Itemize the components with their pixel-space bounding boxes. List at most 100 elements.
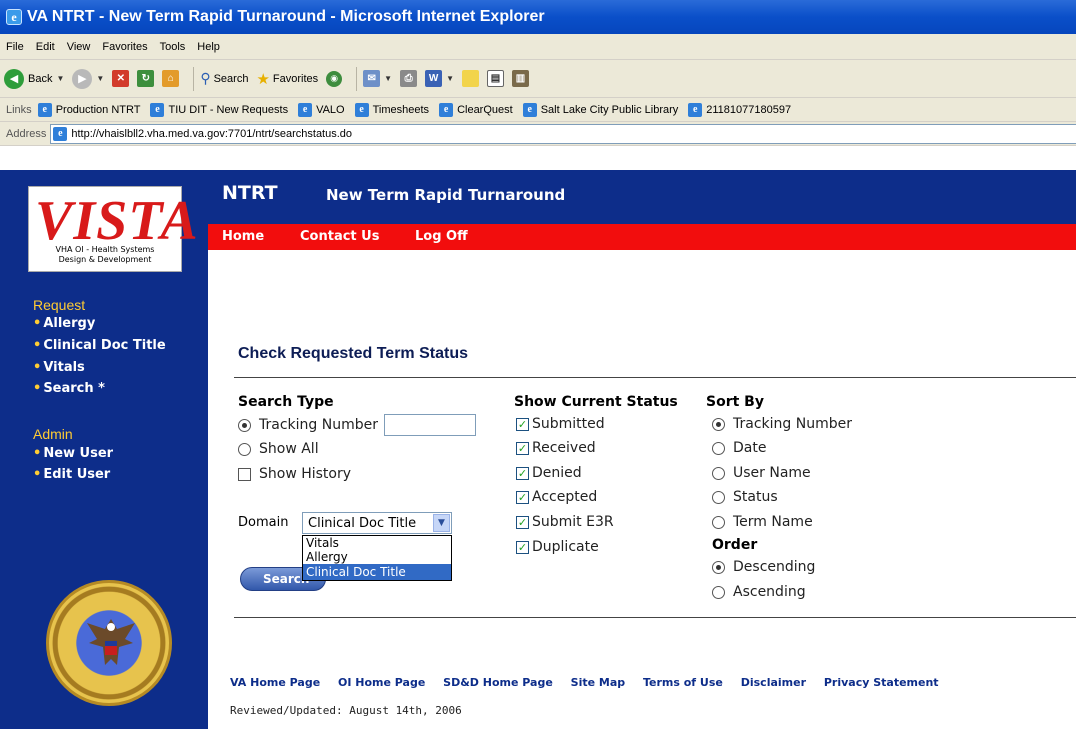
menu-favorites[interactable]: Favorites [102, 41, 147, 53]
sort-user-name-radio[interactable] [712, 466, 725, 480]
show-history-checkbox[interactable] [238, 467, 251, 481]
home-button[interactable]: ⌂ [162, 70, 180, 87]
refresh-button[interactable]: ↻ [137, 70, 155, 87]
option-show-history[interactable]: Show History [238, 466, 351, 482]
mail-button[interactable]: ✉ ▼ [363, 70, 392, 87]
chevron-down-icon: ▼ [56, 74, 65, 83]
sidebar-item-allergy[interactable]: • Allergy [33, 316, 95, 331]
tracking-number-radio[interactable] [238, 418, 251, 432]
status-denied[interactable]: ✓ Denied [516, 465, 582, 481]
footer-sdd-home[interactable]: SD&D Home Page [443, 676, 553, 689]
sidebar-item-clinical-doc-title[interactable]: • Clinical Doc Title [33, 338, 166, 353]
sort-status[interactable]: Status [712, 489, 778, 505]
show-all-radio[interactable] [238, 442, 251, 456]
print-button[interactable]: ⎙ [400, 70, 418, 87]
order-descending[interactable]: Descending [712, 559, 815, 575]
chevron-down-icon[interactable]: ▼ [433, 514, 450, 532]
sort-term-name-radio[interactable] [712, 515, 725, 529]
address-label: Address [6, 127, 47, 140]
media-button[interactable]: ◉ [326, 70, 343, 87]
sort-tracking-number-radio[interactable] [712, 417, 725, 431]
option-show-all[interactable]: Show All [238, 441, 319, 457]
footer-site-map[interactable]: Site Map [571, 676, 625, 689]
tracking-number-input[interactable] [383, 414, 476, 436]
descending-radio[interactable] [712, 560, 725, 574]
chevron-down-icon: ▼ [446, 74, 454, 83]
status-accepted[interactable]: ✓ Accepted [516, 489, 597, 505]
sort-term-name[interactable]: Term Name [712, 514, 813, 530]
sort-date-radio[interactable] [712, 441, 725, 455]
sort-tracking-number[interactable]: Tracking Number [712, 416, 852, 432]
eagle-icon [87, 619, 135, 665]
word-icon: W [425, 70, 443, 87]
received-checkbox[interactable]: ✓ [516, 441, 529, 455]
footer-terms[interactable]: Terms of Use [643, 676, 723, 689]
page-title: Check Requested Term Status [238, 345, 468, 362]
link-tiu-dit[interactable]: e TIU DIT - New Requests [150, 102, 288, 117]
link-valo[interactable]: e VALO [298, 102, 345, 117]
order-ascending[interactable]: Ascending [712, 584, 806, 600]
sort-date[interactable]: Date [712, 440, 766, 456]
submitted-checkbox[interactable]: ✓ [516, 417, 529, 431]
stop-icon: ✕ [112, 70, 130, 87]
forward-button[interactable]: ▶ ▼ [72, 68, 104, 89]
link-slc-library[interactable]: e Salt Lake City Public Library [522, 102, 678, 117]
sidebar-item-search[interactable]: • Search * [33, 381, 105, 396]
sort-user-name[interactable]: User Name [712, 465, 811, 481]
nav-contact-us[interactable]: Contact Us [300, 229, 379, 244]
duplicate-checkbox[interactable]: ✓ [516, 540, 529, 554]
nav-home[interactable]: Home [222, 229, 264, 244]
link-timesheets[interactable]: e Timesheets [354, 102, 429, 117]
research-button[interactable]: ▤ [486, 70, 504, 87]
discuss-button[interactable] [461, 70, 479, 87]
footer-privacy[interactable]: Privacy Statement [824, 676, 939, 689]
stop-button[interactable]: ✕ [112, 70, 130, 87]
submit-e3r-checkbox[interactable]: ✓ [516, 515, 529, 529]
link-clearquest[interactable]: e ClearQuest [439, 102, 513, 117]
nav-log-off[interactable]: Log Off [415, 229, 468, 244]
messenger-button[interactable]: ▥ [511, 70, 529, 87]
address-input[interactable]: e http://vhaislbll2.vha.med.va.gov:7701/… [50, 123, 1076, 144]
chevron-down-icon: ▼ [384, 74, 393, 83]
status-submitted[interactable]: ✓ Submitted [516, 416, 605, 432]
menu-file[interactable]: File [6, 41, 24, 53]
domain-select[interactable]: Clinical Doc Title ▼ [302, 512, 452, 534]
option-tracking-number[interactable]: Tracking Number [238, 414, 476, 436]
ascending-radio[interactable] [712, 585, 725, 599]
domain-option-allergy[interactable]: Allergy [303, 550, 451, 564]
status-submit-e3r[interactable]: ✓ Submit E3R [516, 514, 614, 530]
ie-page-icon: e [37, 102, 52, 117]
status-received[interactable]: ✓ Received [516, 440, 596, 456]
menu-edit[interactable]: Edit [36, 41, 55, 53]
menu-help[interactable]: Help [197, 41, 220, 53]
accepted-checkbox[interactable]: ✓ [516, 490, 529, 504]
reviewed-date: Reviewed/Updated: August 14th, 2006 [230, 704, 462, 717]
sidebar-heading-request: Request [33, 297, 86, 313]
favorites-button[interactable]: ★ Favorites [256, 70, 318, 88]
ie-page-icon: e [354, 102, 369, 117]
menu-view[interactable]: View [67, 41, 91, 53]
status-duplicate[interactable]: ✓ Duplicate [516, 539, 599, 555]
footer-va-home[interactable]: VA Home Page [230, 676, 320, 689]
footer-disclaimer[interactable]: Disclaimer [741, 676, 806, 689]
domain-option-clinical-doc-title[interactable]: Clinical Doc Title [303, 564, 451, 580]
denied-checkbox[interactable]: ✓ [516, 466, 529, 480]
sidebar-item-new-user[interactable]: • New User [33, 446, 113, 461]
sidebar-item-edit-user[interactable]: • Edit User [33, 467, 110, 482]
va-seal-icon [46, 580, 172, 706]
link-production-ntrt[interactable]: e Production NTRT [37, 102, 140, 117]
back-arrow-icon: ◀ [4, 68, 24, 89]
book-icon: ▥ [511, 70, 529, 87]
sort-status-radio[interactable] [712, 490, 725, 504]
footer-oi-home[interactable]: OI Home Page [338, 676, 425, 689]
domain-option-vitals[interactable]: Vitals [303, 536, 451, 550]
edit-button[interactable]: W ▼ [425, 70, 454, 87]
app-header: NTRT New Term Rapid Turnaround [208, 170, 1076, 224]
print-icon: ⎙ [400, 70, 418, 87]
search-button[interactable]: ⚲ Search [200, 70, 248, 87]
menu-tools[interactable]: Tools [160, 41, 186, 53]
back-button[interactable]: ◀ Back ▼ [4, 68, 65, 89]
sidebar-item-vitals[interactable]: • Vitals [33, 360, 85, 375]
ie-logo-icon: e [6, 9, 22, 25]
link-number[interactable]: e 21181077180597 [688, 102, 791, 117]
